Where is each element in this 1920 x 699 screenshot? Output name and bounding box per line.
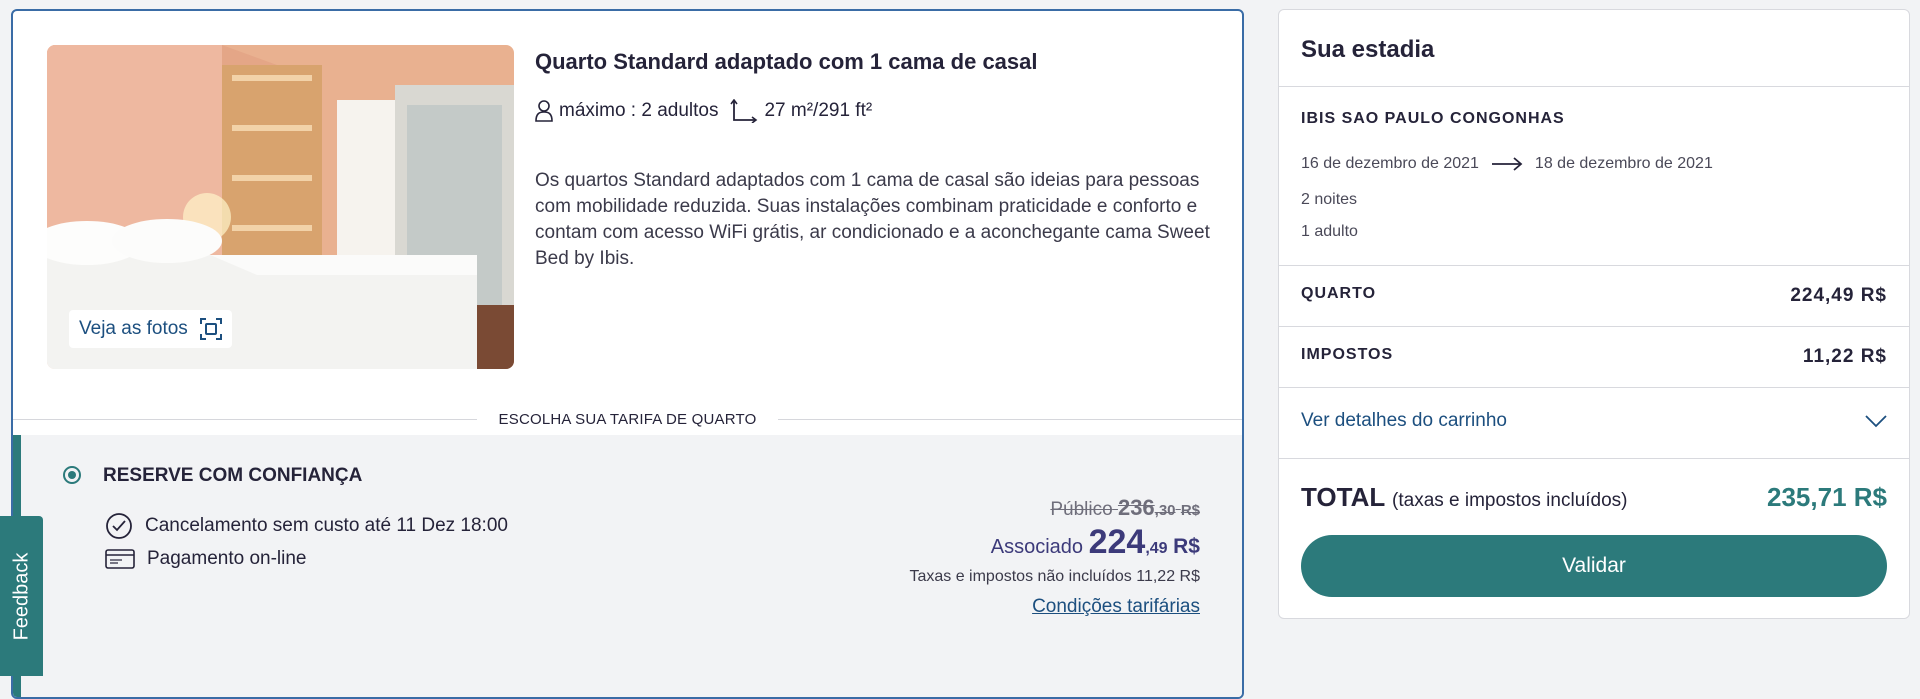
gallery-expand-icon [199, 318, 222, 340]
rate-feature-payment: Pagamento on-line [105, 548, 307, 570]
date-from: 16 de dezembro de 2021 [1301, 155, 1479, 172]
taxes-value: 11,22 R$ [1802, 346, 1887, 367]
adults-count: 1 adulto [1301, 223, 1358, 240]
check-circle-icon [106, 513, 132, 539]
rate-feature-cancellation-text: Cancelamento sem custo até 11 Dez 18:00 [145, 515, 508, 536]
room-price-label: QUARTO [1301, 285, 1377, 302]
public-price-currency: R$ [1180, 502, 1200, 519]
summary-title: Sua estadia [1301, 36, 1435, 63]
nights-count: 2 noites [1301, 191, 1358, 208]
summary-divider [1279, 458, 1909, 459]
date-to: 18 de dezembro de 2021 [1534, 155, 1713, 172]
rate-option[interactable]: RESERVE COM CONFIANÇA Cancelamento sem c… [13, 435, 1242, 697]
total-label: TOTAL (taxas e impostos incluídos) [1301, 482, 1628, 513]
view-photos-label: Veja as fotos [79, 318, 188, 339]
rate-name: RESERVE COM CONFIANÇA [103, 465, 363, 486]
area-text: 27 m²/291 ft² [764, 100, 873, 121]
public-price-label: Público [1050, 499, 1113, 520]
member-price-amount: 224 [1088, 523, 1146, 561]
total-value: 235,71 R$ [1767, 482, 1887, 512]
rate-feature-cancellation: Cancelamento sem custo até 11 Dez 18:00 [105, 512, 508, 540]
area-spec: 27 m²/291 ft² [730, 99, 872, 123]
arrow-right-icon [1491, 157, 1523, 171]
member-price-cents: ,49 [1145, 540, 1168, 557]
stay-dates: 16 de dezembro de 2021 18 de dezembro de… [1301, 155, 1713, 173]
rate-section-heading-text: ESCOLHA SUA TARIFA DE QUARTO [476, 411, 779, 428]
room-card: Veja as fotos Quarto Standard adaptado c… [11, 9, 1244, 699]
rate-feature-payment-text: Pagamento on-line [147, 548, 307, 569]
rate-section-heading: ESCOLHA SUA TARIFA DE QUARTO [13, 411, 1242, 429]
public-price-amount: 236 [1117, 495, 1155, 520]
view-photos-button[interactable]: Veja as fotos [69, 310, 232, 348]
cart-details-toggle[interactable]: Ver detalhes do carrinho [1301, 410, 1887, 432]
credit-card-icon [105, 549, 135, 569]
member-price-label: Associado [990, 536, 1084, 558]
taxes-label: IMPOSTOS [1301, 346, 1394, 363]
room-title: Quarto Standard adaptado com 1 cama de c… [535, 49, 1038, 74]
feedback-label: Feedback [10, 552, 32, 640]
summary-divider [1279, 265, 1909, 266]
area-icon [730, 99, 758, 123]
chevron-down-icon [1865, 415, 1887, 428]
total-note: (taxas e impostos incluídos) [1392, 490, 1628, 511]
rate-conditions-link[interactable]: Condições tarifárias [909, 596, 1200, 618]
member-price-currency: R$ [1173, 535, 1200, 558]
member-price: Associado 224,49 R$ [909, 523, 1200, 562]
hotel-name: IBIS SAO PAULO CONGONHAS [1301, 110, 1565, 127]
public-price-cents: ,30 [1154, 502, 1176, 519]
price-block: Público 236,30 R$ Associado 224,49 R$ Ta… [909, 495, 1200, 618]
tax-note: Taxas e impostos não incluídos 11,22 R$ [909, 568, 1200, 585]
occupancy-spec: máximo : 2 adultos [535, 100, 718, 122]
public-price: Público 236,30 R$ [909, 495, 1200, 521]
stay-summary: Sua estadia IBIS SAO PAULO CONGONHAS 16 … [1278, 9, 1910, 619]
feedback-tab[interactable]: Feedback [0, 516, 43, 676]
cart-details-label: Ver detalhes do carrinho [1301, 410, 1507, 431]
room-description: Os quartos Standard adaptados com 1 cama… [535, 170, 1210, 269]
occupancy-text: máximo : 2 adultos [559, 100, 719, 121]
summary-divider [1279, 387, 1909, 388]
room-photo[interactable]: Veja as fotos [47, 45, 514, 369]
person-icon [535, 100, 553, 122]
room-specs: máximo : 2 adultos 27 m²/291 ft² [535, 99, 872, 123]
total-label-text: TOTAL [1301, 482, 1385, 512]
rate-radio[interactable] [63, 466, 81, 484]
summary-divider [1279, 86, 1909, 87]
summary-divider [1279, 326, 1909, 327]
room-price-value: 224,49 R$ [1790, 285, 1887, 306]
validate-button[interactable]: Validar [1301, 535, 1887, 597]
